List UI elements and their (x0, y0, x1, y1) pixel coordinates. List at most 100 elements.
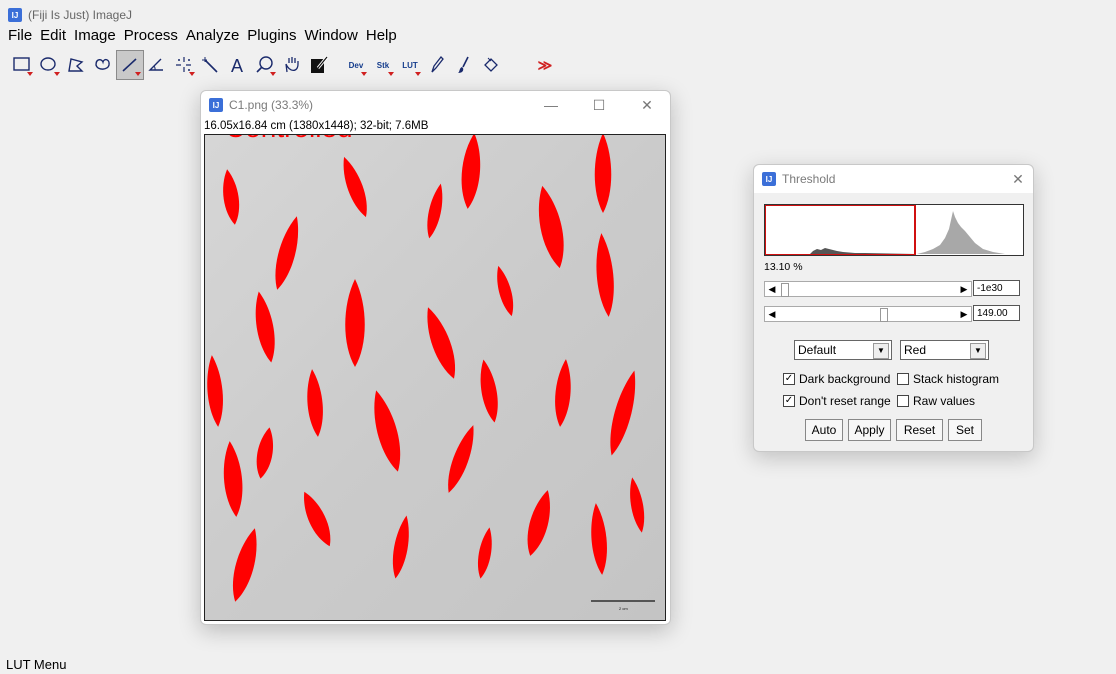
line-tool[interactable] (116, 50, 144, 80)
lut-menu-tool[interactable]: LUT (396, 50, 424, 80)
menu-plugins[interactable]: Plugins (243, 27, 300, 47)
fiji-logo-icon: IJ (8, 8, 22, 22)
app-title-bar: IJ (Fiji Is Just) ImageJ (8, 6, 132, 24)
raw-values-checkbox[interactable]: Raw values (897, 394, 975, 408)
stack-histogram-label: Stack histogram (913, 372, 1000, 386)
min-threshold-field[interactable]: -1e30 (973, 280, 1020, 296)
menu-help[interactable]: Help (362, 27, 401, 47)
text-tool[interactable]: A (224, 50, 252, 80)
minimize-button[interactable]: — (531, 91, 571, 119)
menu-process[interactable]: Process (120, 27, 182, 47)
overlay-label: Controlled (225, 135, 353, 143)
dark-background-label: Dark background (799, 372, 891, 386)
dev-menu-tool[interactable]: Dev (342, 50, 370, 80)
checkbox-icon (897, 395, 909, 407)
menu-bar: File Edit Image Process Analyze Plugins … (4, 27, 401, 47)
fiji-window-icon: IJ (762, 172, 776, 186)
threshold-close-button[interactable]: ✕ (998, 165, 1038, 193)
scale-bar-label: 2 cm (619, 606, 628, 611)
set-button[interactable]: Set (948, 419, 982, 441)
app-title: (Fiji Is Just) ImageJ (28, 8, 133, 22)
text-icon: A (231, 56, 243, 76)
image-window-titlebar[interactable]: IJ C1.png (33.3%) — ☐ ✕ (201, 91, 670, 119)
checkbox-icon: ✓ (783, 395, 795, 407)
auto-button[interactable]: Auto (805, 419, 843, 441)
image-window: IJ C1.png (33.3%) — ☐ ✕ 16.05x16.84 cm (… (200, 90, 671, 625)
threshold-titlebar[interactable]: IJ Threshold ✕ (754, 165, 1033, 193)
dev-label: Dev (348, 60, 364, 70)
toolbar: A Dev Stk LUT ≫ (8, 50, 558, 80)
hand-tool[interactable] (278, 50, 306, 80)
min-slider-thumb[interactable] (781, 283, 789, 297)
dont-reset-range-checkbox[interactable]: ✓ Don't reset range (783, 394, 891, 408)
checkbox-icon: ✓ (783, 373, 795, 385)
max-threshold-slider[interactable]: ◀ ▶ (764, 306, 972, 322)
more-tools-icon: ≫ (537, 56, 553, 73)
brush-icon (458, 56, 469, 73)
more-tools-button[interactable]: ≫ (531, 50, 559, 80)
stk-menu-tool[interactable]: Stk (369, 50, 397, 80)
slider-right-arrow-icon[interactable]: ▶ (957, 307, 971, 321)
polygon-tool[interactable] (62, 50, 90, 80)
method-value: Default (798, 343, 837, 357)
zoom-tool[interactable] (251, 50, 279, 80)
image-info: 16.05x16.84 cm (1380x1448); 32-bit; 7.6M… (204, 120, 429, 132)
dont-reset-range-label: Don't reset range (799, 394, 891, 408)
bucket-icon (484, 57, 498, 72)
min-threshold-slider[interactable]: ◀ ▶ (764, 281, 972, 297)
threshold-dialog: IJ Threshold ✕ 13.10 % ◀ ▶ -1e30 ◀ ▶ 149… (753, 164, 1034, 452)
menu-analyze[interactable]: Analyze (182, 27, 243, 47)
brush-tool[interactable] (450, 50, 478, 80)
maximize-button[interactable]: ☐ (579, 91, 619, 119)
hand-icon (285, 57, 299, 73)
lut-label: LUT (402, 60, 418, 70)
menu-image[interactable]: Image (70, 27, 120, 47)
slider-left-arrow-icon[interactable]: ◀ (765, 307, 779, 321)
chevron-down-icon: ▼ (970, 343, 986, 359)
flood-fill-tool[interactable] (477, 50, 505, 80)
angle-icon (148, 58, 163, 71)
stk-label: Stk (376, 60, 390, 70)
stack-histogram-checkbox[interactable]: Stack histogram (897, 372, 999, 386)
close-button[interactable]: ✕ (627, 91, 667, 119)
reset-button[interactable]: Reset (896, 419, 943, 441)
oval-tool[interactable] (35, 50, 63, 80)
checkbox-icon (897, 373, 909, 385)
slider-right-arrow-icon[interactable]: ▶ (957, 282, 971, 296)
threshold-percent: 13.10 % (764, 261, 803, 273)
display-select[interactable]: Red ▼ (900, 340, 989, 360)
dropper-icon (311, 56, 329, 73)
status-bar: LUT Menu (6, 657, 67, 672)
menu-file[interactable]: File (4, 27, 36, 47)
pencil-tool[interactable] (423, 50, 451, 80)
fiji-window-icon: IJ (209, 98, 223, 112)
display-value: Red (904, 343, 927, 357)
slider-left-arrow-icon[interactable]: ◀ (765, 282, 779, 296)
menu-edit[interactable]: Edit (36, 27, 70, 47)
freehand-icon (95, 58, 110, 70)
dark-background-checkbox[interactable]: ✓ Dark background (783, 372, 890, 386)
image-window-title: C1.png (33.3%) (229, 98, 314, 112)
method-select[interactable]: Default ▼ (794, 340, 892, 360)
image-canvas[interactable]: Controlled 2 cm (204, 134, 666, 621)
rectangle-tool[interactable] (8, 50, 36, 80)
wand-tool[interactable] (197, 50, 225, 80)
max-threshold-field[interactable]: 149.00 (973, 305, 1020, 321)
menu-window[interactable]: Window (301, 27, 362, 47)
wand-icon (202, 57, 218, 73)
pencil-icon (431, 56, 444, 73)
histogram (764, 204, 1024, 256)
threshold-title: Threshold (782, 172, 836, 186)
color-picker-tool[interactable] (305, 50, 333, 80)
leaf-image: Controlled 2 cm (205, 135, 665, 620)
histogram-plot (764, 204, 1005, 256)
point-tool[interactable] (170, 50, 198, 80)
freehand-tool[interactable] (89, 50, 117, 80)
chevron-down-icon: ▼ (873, 343, 889, 359)
polygon-icon (68, 58, 84, 72)
svg-text:A: A (231, 56, 243, 76)
raw-values-label: Raw values (913, 394, 976, 408)
apply-button[interactable]: Apply (848, 419, 891, 441)
angle-tool[interactable] (143, 50, 171, 80)
max-slider-thumb[interactable] (879, 308, 888, 322)
